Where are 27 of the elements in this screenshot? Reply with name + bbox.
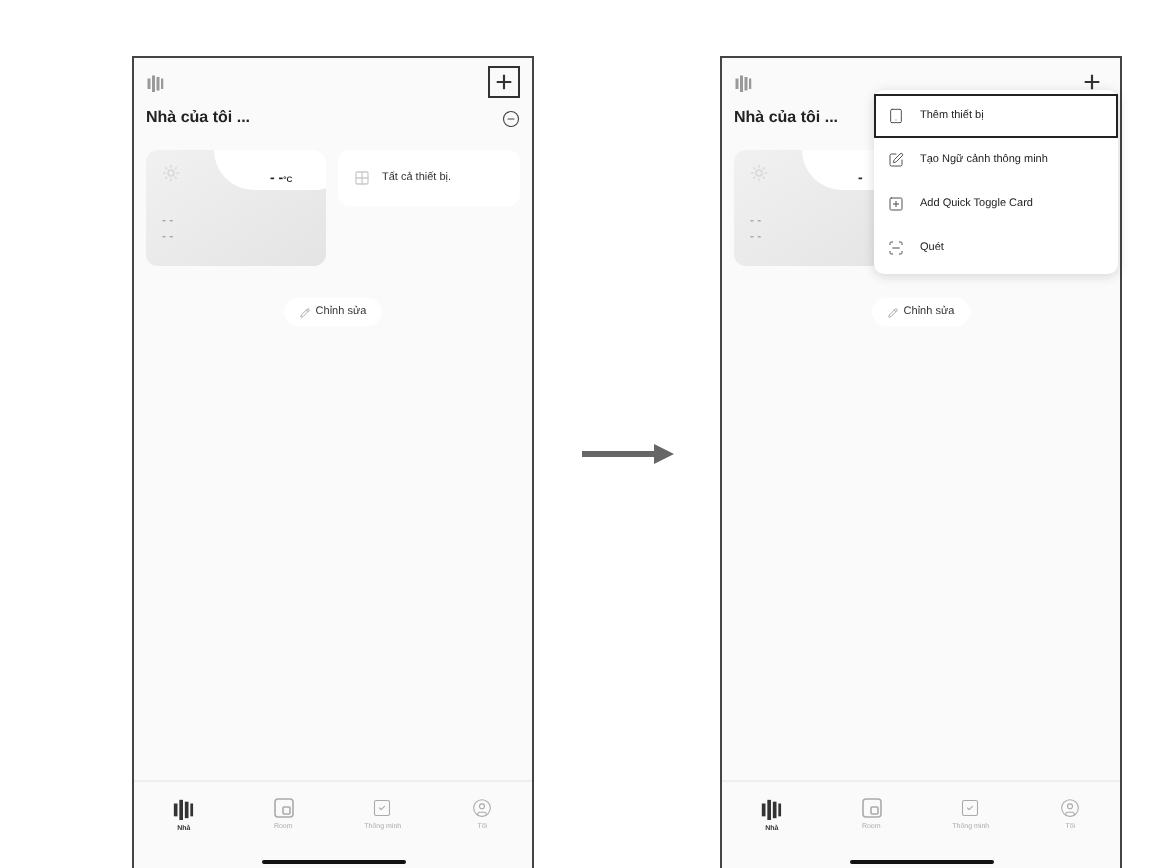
home-bars-icon [760, 798, 783, 820]
home-bars-icon [734, 73, 752, 91]
sun-icon [162, 164, 180, 182]
user-icon [472, 798, 493, 818]
device-icon [888, 108, 904, 124]
home-title[interactable]: Nhà của tôi ... [146, 106, 251, 130]
home-title[interactable]: Nhà của tôi ... [734, 106, 839, 130]
edit-square-icon [888, 152, 904, 168]
pencil-icon [299, 307, 310, 318]
user-icon [1060, 798, 1081, 818]
minus-circle-icon[interactable] [502, 109, 520, 127]
home-indicator [849, 860, 993, 864]
grid-icon [354, 170, 370, 186]
sun-icon [750, 164, 768, 182]
room-icon [273, 798, 294, 818]
home-bars-icon [146, 73, 164, 91]
pencil-icon [887, 307, 898, 318]
home-indicator [261, 860, 405, 864]
right-arrow-icon [582, 444, 674, 464]
home-bars-icon [172, 798, 195, 820]
square-plus-icon [888, 196, 904, 212]
scan-icon [888, 240, 904, 256]
add-button[interactable]: + [1076, 66, 1108, 98]
check-square-icon [372, 798, 393, 818]
add-button[interactable]: + [488, 66, 520, 98]
room-icon [861, 798, 882, 818]
check-square-icon [960, 798, 981, 818]
